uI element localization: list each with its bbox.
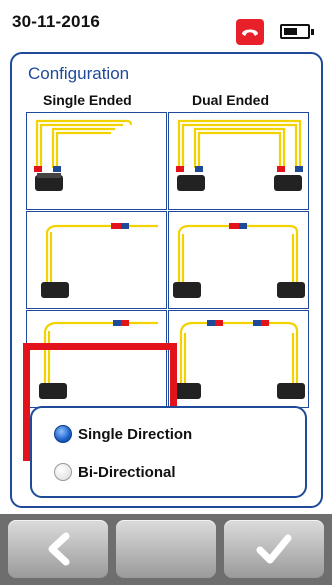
config-tile-single-coupler[interactable] xyxy=(26,211,167,309)
back-button[interactable] xyxy=(8,520,108,578)
battery-icon xyxy=(280,24,314,39)
checkmark-icon xyxy=(256,534,292,564)
radio-label: Single Direction xyxy=(78,425,193,443)
config-tile-single-loop[interactable] xyxy=(26,112,167,210)
bottom-bar xyxy=(0,514,332,585)
screen: 30-11-2016 Configuration Single Ended Du… xyxy=(0,0,332,585)
config-tile-dual-link[interactable] xyxy=(168,310,309,408)
status-bar: 30-11-2016 xyxy=(0,0,332,46)
direction-options: Single Direction Bi-Directional xyxy=(30,406,307,498)
chevron-left-icon xyxy=(48,532,70,566)
phone-hangup-icon[interactable] xyxy=(236,19,264,45)
single-ended-heading: Single Ended xyxy=(43,92,132,108)
radio-single-direction[interactable]: Single Direction xyxy=(54,422,192,446)
date-label: 30-11-2016 xyxy=(12,12,101,31)
panel-title: Configuration xyxy=(28,64,130,83)
radio-label: Bi-Directional xyxy=(78,463,176,481)
radio-selected-icon xyxy=(54,425,72,443)
config-tile-dual-loop[interactable] xyxy=(168,112,309,210)
config-tile-dual-coupler[interactable] xyxy=(168,211,309,309)
radio-unselected-icon xyxy=(54,463,72,481)
configuration-panel: Configuration Single Ended Dual Ended Si… xyxy=(10,52,323,508)
middle-button[interactable] xyxy=(116,520,216,578)
dual-ended-heading: Dual Ended xyxy=(192,92,270,108)
ok-button[interactable] xyxy=(224,520,324,578)
radio-bi-directional[interactable]: Bi-Directional xyxy=(54,460,176,484)
